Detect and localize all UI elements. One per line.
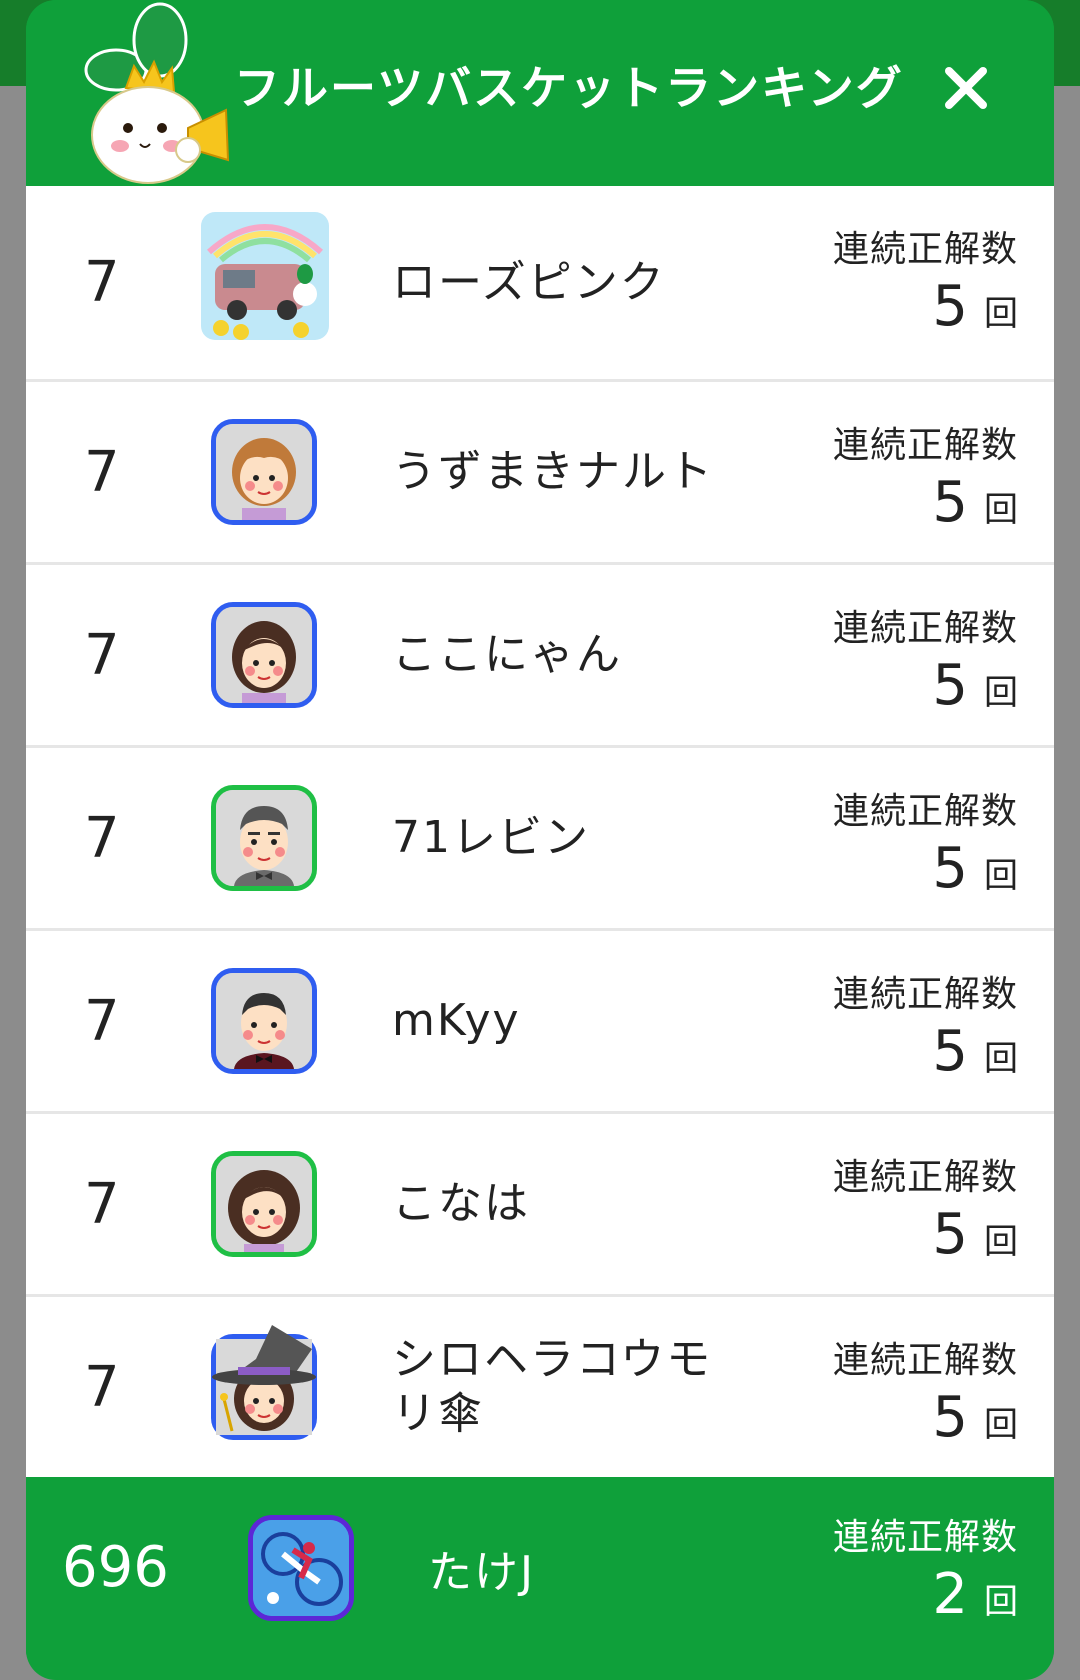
rabbit-mascot-megaphone-icon [84,2,230,184]
player-name: mKyy [392,995,521,1046]
score-label: 連続正解数 [832,229,1018,270]
player-name: ここにゃん [392,629,622,680]
score-label: 連続正解数 [832,608,1018,649]
car-photo-avatar [201,212,329,340]
score: 5 回 [932,653,1018,718]
player-name: うずまきナルト [392,446,714,497]
score-label: 連続正解数 [832,791,1018,832]
ranking-row[interactable]: 7 71レビン 連続正解数 5 回 [26,748,1054,928]
ranking-row[interactable]: 7 mKyy 連続正解数 5 回 [26,931,1054,1111]
score-unit: 回 [984,294,1018,334]
score-unit: 回 [984,856,1018,896]
rank-number: 7 [84,1171,120,1237]
score-value: 5 [932,653,968,718]
ranking-list[interactable]: 7 ローズピンク 連続正解数 5 回 7 うずまきナルト 連続正解数 5 回 7… [26,186,1054,1477]
rank-number: 7 [84,988,120,1054]
score-value: 5 [932,274,968,339]
score-value: 5 [932,1202,968,1267]
score: 5 回 [932,470,1018,535]
score-label: 連続正解数 [832,425,1018,466]
score: 5 回 [932,274,1018,339]
rank-number: 7 [84,1354,120,1420]
ranking-row[interactable]: 7 こなは 連続正解数 5 回 [26,1114,1054,1294]
my-rank-number: 696 [62,1535,169,1600]
ranking-dialog: フルーツバスケットランキング 7 ローズピンク 連続正解数 5 回 7 うずまき… [26,0,1054,1680]
score-unit: 回 [984,1405,1018,1445]
score-label: 連続正解数 [832,1340,1018,1381]
player-name: シロヘラコウモリ傘 [392,1334,713,1439]
rank-number: 7 [84,805,120,871]
my-rank-row: 696 たけJ 連続正解数 2 回 [26,1480,1054,1655]
ranking-row[interactable]: 7 ここにゃん 連続正解数 5 回 [26,565,1054,745]
player-name: ローズピンク [392,256,666,308]
woman-short-hair-avatar [211,419,317,525]
score-unit: 回 [984,673,1018,713]
ranking-row[interactable]: 7 シロヘラコウモリ傘 連続正解数 5 回 [26,1297,1054,1477]
rank-number: 7 [84,622,120,688]
my-score-value: 2 [932,1562,968,1627]
my-player-name: たけJ [428,1546,535,1598]
score-value: 5 [932,836,968,901]
score: 5 回 [932,1202,1018,1267]
score: 5 回 [932,1019,1018,1084]
score-value: 5 [932,470,968,535]
rank-number: 7 [84,439,120,505]
dialog-header: フルーツバスケットランキング [26,0,1054,186]
ranking-row[interactable]: 7 ローズピンク 連続正解数 5 回 [26,186,1054,379]
my-score: 2 回 [932,1562,1018,1627]
rank-number: 7 [84,250,120,315]
my-score-label: 連続正解数 [832,1517,1018,1558]
score-value: 5 [932,1385,968,1450]
score-label: 連続正解数 [832,974,1018,1015]
close-icon [945,67,987,109]
player-name: 71レビン [392,812,590,863]
woman-bob-hair-avatar [211,602,317,708]
score-value: 5 [932,1019,968,1084]
score-label: 連続正解数 [832,1157,1018,1198]
close-button[interactable] [938,60,994,116]
score-unit: 回 [984,1039,1018,1079]
ranking-row[interactable]: 7 うずまきナルト 連続正解数 5 回 [26,382,1054,562]
player-name: こなは [392,1178,530,1229]
my-score-unit: 回 [984,1582,1018,1622]
witch-avatar [211,1325,317,1440]
score: 5 回 [932,836,1018,901]
bike-photo-avatar [248,1515,354,1621]
dialog-title: フルーツバスケットランキング [234,61,904,115]
man-bowtie-avatar [211,785,317,891]
score-unit: 回 [984,490,1018,530]
score-unit: 回 [984,1222,1018,1262]
score: 5 回 [932,1385,1018,1450]
woman-wavy-hair-avatar [211,1151,317,1257]
older-man-avatar [211,968,317,1074]
